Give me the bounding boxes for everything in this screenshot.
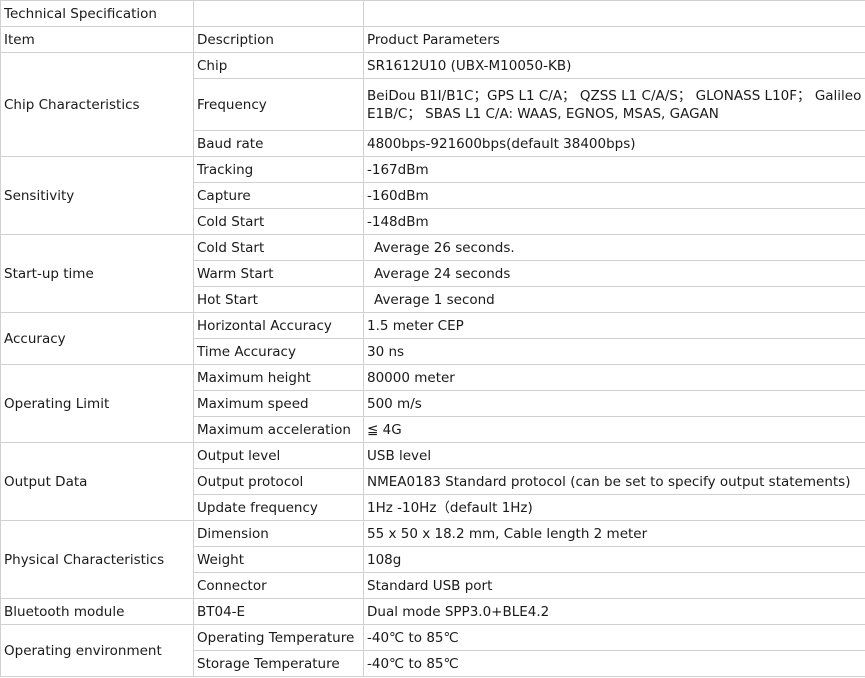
table-title: Technical Specification [0, 0, 194, 27]
row-value: Average 24 seconds [363, 260, 865, 287]
row-value: -40℃ to 85℃ [363, 624, 865, 651]
header-description: Description [193, 26, 364, 53]
group-label: Output Data [0, 442, 194, 521]
row-description: Warm Start [193, 260, 364, 287]
table-row: Bluetooth module BT04-E Dual mode SPP3.0… [0, 598, 865, 625]
row-value: 55 x 50 x 18.2 mm, Cable length 2 meter [363, 520, 865, 547]
row-description: Dimension [193, 520, 364, 547]
spec-table: Technical Specification Item Description… [0, 0, 865, 677]
row-description: BT04-E [193, 598, 364, 625]
row-description: Maximum speed [193, 390, 364, 417]
row-description: Hot Start [193, 286, 364, 313]
row-description: Time Accuracy [193, 338, 364, 365]
group-label: Operating Limit [0, 364, 194, 443]
empty-cell [363, 0, 865, 27]
row-value: -167dBm [363, 156, 865, 183]
row-value: 1.5 meter CEP [363, 312, 865, 339]
table-row: Physical Characteristics Dimension 55 x … [0, 520, 865, 599]
row-value: 80000 meter [363, 364, 865, 391]
row-value: Standard USB port [363, 572, 865, 599]
row-value: USB level [363, 442, 865, 469]
row-description: Maximum acceleration [193, 416, 364, 443]
row-value: 108g [363, 546, 865, 573]
row-description: Cold Start [193, 208, 364, 235]
row-value: SR1612U10 (UBX-M10050-KB) [363, 52, 865, 79]
row-description: Baud rate [193, 130, 364, 157]
table-row: Chip Characteristics Chip SR1612U10 (UBX… [0, 52, 865, 157]
table-row: Sensitivity Tracking -167dBm [0, 156, 865, 235]
row-description: Frequency [193, 78, 364, 131]
group-label: Physical Characteristics [0, 520, 194, 599]
row-value: 4800bps-921600bps(default 38400bps) [363, 130, 865, 157]
row-value: BeiDou B1I/B1C；GPS L1 C/A； QZSS L1 C/A/S… [363, 78, 865, 131]
header-row: Item Description Product Parameters [0, 26, 865, 53]
row-value: -40℃ to 85℃ [363, 650, 865, 677]
row-value: 500 m/s [363, 390, 865, 417]
row-description: Tracking [193, 156, 364, 183]
row-description: Output protocol [193, 468, 364, 495]
row-value: Average 26 seconds. [363, 234, 865, 261]
row-description: Cold Start [193, 234, 364, 261]
group-label: Start-up time [0, 234, 194, 313]
row-description: Operating Temperature [193, 624, 364, 651]
row-value: NMEA0183 Standard protocol (can be set t… [363, 468, 865, 495]
table-row: Start-up time Cold Start Average 26 seco… [0, 234, 865, 313]
header-parameters: Product Parameters [363, 26, 865, 53]
group-label: Sensitivity [0, 156, 194, 235]
row-description: Horizontal Accuracy [193, 312, 364, 339]
row-description: Weight [193, 546, 364, 573]
row-description: Maximum height [193, 364, 364, 391]
empty-cell [193, 0, 364, 27]
row-value: ≦ 4G [363, 416, 865, 443]
row-description: Chip [193, 52, 364, 79]
table-row: Operating Limit Maximum height 80000 met… [0, 364, 865, 443]
group-label: Operating environment [0, 624, 194, 677]
row-description: Capture [193, 182, 364, 209]
row-description: Connector [193, 572, 364, 599]
row-value: -148dBm [363, 208, 865, 235]
group-label: Bluetooth module [0, 598, 194, 625]
row-value: 30 ns [363, 338, 865, 365]
row-description: Output level [193, 442, 364, 469]
header-item: Item [0, 26, 194, 53]
table-row: Output Data Output level USB level [0, 442, 865, 521]
row-value: Dual mode SPP3.0+BLE4.2 [363, 598, 865, 625]
row-value: -160dBm [363, 182, 865, 209]
table-row: Operating environment Operating Temperat… [0, 624, 865, 677]
group-label: Chip Characteristics [0, 52, 194, 157]
table-row: Accuracy Horizontal Accuracy 1.5 meter C… [0, 312, 865, 365]
group-label: Accuracy [0, 312, 194, 365]
row-description: Storage Temperature [193, 650, 364, 677]
row-value: Average 1 second [363, 286, 865, 313]
title-row: Technical Specification [0, 0, 865, 27]
row-description: Update frequency [193, 494, 364, 521]
row-value: 1Hz -10Hz（default 1Hz) [363, 494, 865, 521]
